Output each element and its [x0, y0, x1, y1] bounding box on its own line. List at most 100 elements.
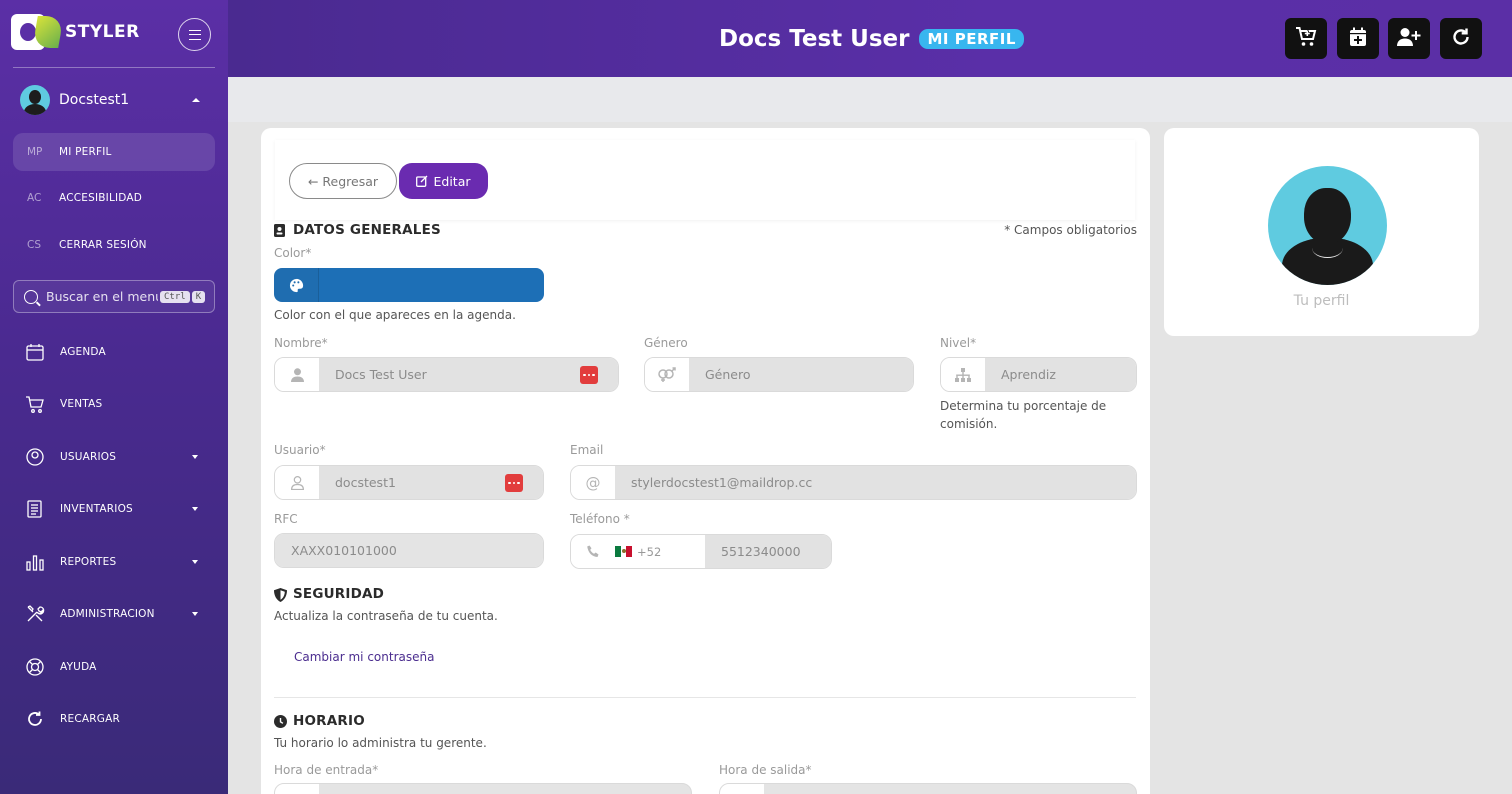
gender-icon: [645, 358, 689, 391]
at-icon: @: [571, 466, 615, 499]
color-swatch[interactable]: [318, 268, 544, 302]
user-icon: [275, 358, 319, 391]
refresh-icon: [1451, 27, 1471, 51]
menu-toggle-button[interactable]: [178, 18, 211, 51]
sidebar-item-administracion[interactable]: ADMINISTRACION: [24, 602, 204, 626]
email-value: stylerdocstest1@maildrop.cc: [615, 466, 1136, 499]
nav-label: REPORTES: [60, 556, 117, 568]
styler-logo-icon: [11, 14, 64, 50]
profile-form-card: ← Regresar Editar DATOS GENERALES * Camp…: [261, 128, 1150, 794]
sitemap-icon: [941, 358, 985, 391]
chevron-up-icon: [192, 98, 200, 102]
shortcut-ctrl: Ctrl: [160, 290, 190, 303]
sidebar-item-accesibilidad[interactable]: AC ACCESIBILIDAD: [13, 179, 215, 217]
brand-logo[interactable]: STYLER: [11, 14, 140, 50]
shortcut-key: K: [191, 290, 206, 303]
nivel-select[interactable]: Aprendiz: [940, 357, 1137, 392]
add-user-button[interactable]: [1388, 18, 1430, 59]
country-code-select[interactable]: +52: [615, 535, 705, 568]
mexico-flag-icon: [615, 546, 633, 557]
sidebar-user-toggle[interactable]: Docstest1: [20, 84, 208, 116]
rfc-label: RFC: [274, 512, 298, 526]
brand-name: STYLER: [65, 22, 140, 42]
security-description: Actualiza la contraseña de tu cuenta.: [274, 609, 498, 623]
sidebar-item-agenda[interactable]: AGENDA: [24, 340, 204, 364]
clipboard-icon: [24, 498, 46, 520]
nav-label: USUARIOS: [60, 451, 117, 463]
sidebar-user-name: Docstest1: [59, 92, 130, 108]
nav-label: INVENTARIOS: [60, 503, 133, 515]
new-sale-button[interactable]: [1285, 18, 1327, 59]
genero-label: Género: [644, 336, 688, 350]
sidebar-item-reportes[interactable]: REPORTES: [24, 550, 204, 574]
section-title-text: SEGURIDAD: [293, 586, 385, 602]
shield-icon: [274, 587, 287, 602]
chevron-down-icon: [192, 455, 198, 459]
sub-item-label: CERRAR SESIÓN: [59, 239, 147, 251]
genero-placeholder: Género: [689, 358, 913, 391]
sidebar-item-usuarios[interactable]: USUARIOS: [24, 445, 204, 469]
telefono-label: Teléfono *: [570, 512, 630, 526]
sub-item-abbr: AC: [27, 192, 42, 204]
avatar-head: [1304, 188, 1351, 244]
country-code: +52: [637, 544, 662, 559]
back-button-label: Regresar: [322, 173, 379, 189]
salida-field[interactable]: [719, 783, 1137, 794]
search-icon: [24, 289, 38, 304]
title-badge: MI PERFIL: [919, 29, 1024, 49]
nav-label: AGENDA: [60, 346, 106, 358]
back-button[interactable]: ← Regresar: [289, 163, 397, 199]
section-title-text: DATOS GENERALES: [293, 222, 441, 238]
required-fields-note: * Campos obligatorios: [1004, 223, 1137, 237]
cart-plus-icon: [1295, 26, 1317, 51]
email-label: Email: [570, 443, 604, 457]
sidebar-item-inventarios[interactable]: INVENTARIOS: [24, 497, 204, 521]
user-circle-icon: [24, 446, 46, 468]
edit-button-label: Editar: [433, 173, 471, 189]
sidebar-item-recargar[interactable]: RECARGAR: [24, 707, 204, 731]
telefono-value: 5512340000: [705, 535, 831, 568]
page-title: Docs Test User MI PERFIL: [719, 26, 1024, 52]
schedule-description: Tu horario lo administra tu gerente.: [274, 736, 487, 750]
entrada-label: Hora de entrada*: [274, 763, 379, 777]
color-help-text: Color con el que apareces en la agenda.: [274, 308, 516, 322]
edit-button[interactable]: Editar: [399, 163, 488, 199]
refresh-button[interactable]: [1440, 18, 1482, 59]
menu-search[interactable]: Ctrl K: [13, 280, 215, 313]
color-label: Color*: [274, 246, 312, 260]
section-title-text: HORARIO: [293, 713, 365, 729]
new-appointment-button[interactable]: [1337, 18, 1379, 59]
genero-select[interactable]: Género: [644, 357, 914, 392]
field-addon: [720, 784, 764, 794]
menu-search-input[interactable]: [46, 289, 158, 304]
sub-item-label: MI PERFIL: [59, 146, 112, 158]
nombre-field[interactable]: Docs Test User: [274, 357, 619, 392]
usuario-value: docstest1: [319, 466, 543, 499]
id-card-icon: [274, 223, 286, 237]
top-bar: Docs Test User MI PERFIL: [228, 0, 1512, 77]
bar-chart-icon: [24, 551, 46, 573]
section-divider: [274, 697, 1136, 698]
entrada-field[interactable]: [274, 783, 692, 794]
reload-icon: [24, 708, 46, 730]
section-title-schedule: HORARIO: [274, 713, 365, 729]
chevron-down-icon: [192, 612, 198, 616]
user-plus-icon: [1397, 27, 1421, 51]
telefono-field[interactable]: +52 5512340000: [570, 534, 832, 569]
usuario-field[interactable]: docstest1: [274, 465, 544, 500]
sidebar-item-ventas[interactable]: VENTAS: [24, 392, 204, 416]
rfc-field[interactable]: XAXX010101000: [274, 533, 544, 568]
user-outline-icon: [275, 466, 319, 499]
change-password-link[interactable]: Cambiar mi contraseña: [294, 650, 434, 664]
profile-avatar[interactable]: [1268, 166, 1387, 285]
password-manager-icon[interactable]: [580, 366, 598, 384]
nombre-label: Nombre*: [274, 336, 328, 350]
chevron-down-icon: [192, 560, 198, 564]
sidebar-item-mi-perfil[interactable]: MP MI PERFIL: [13, 133, 215, 171]
password-manager-icon[interactable]: [505, 474, 523, 492]
avatar: [20, 85, 50, 115]
email-field[interactable]: @ stylerdocstest1@maildrop.cc: [570, 465, 1137, 500]
color-picker[interactable]: [274, 268, 544, 302]
sidebar-item-ayuda[interactable]: AYUDA: [24, 655, 204, 679]
sidebar-item-cerrar-sesion[interactable]: CS CERRAR SESIÓN: [13, 226, 215, 264]
